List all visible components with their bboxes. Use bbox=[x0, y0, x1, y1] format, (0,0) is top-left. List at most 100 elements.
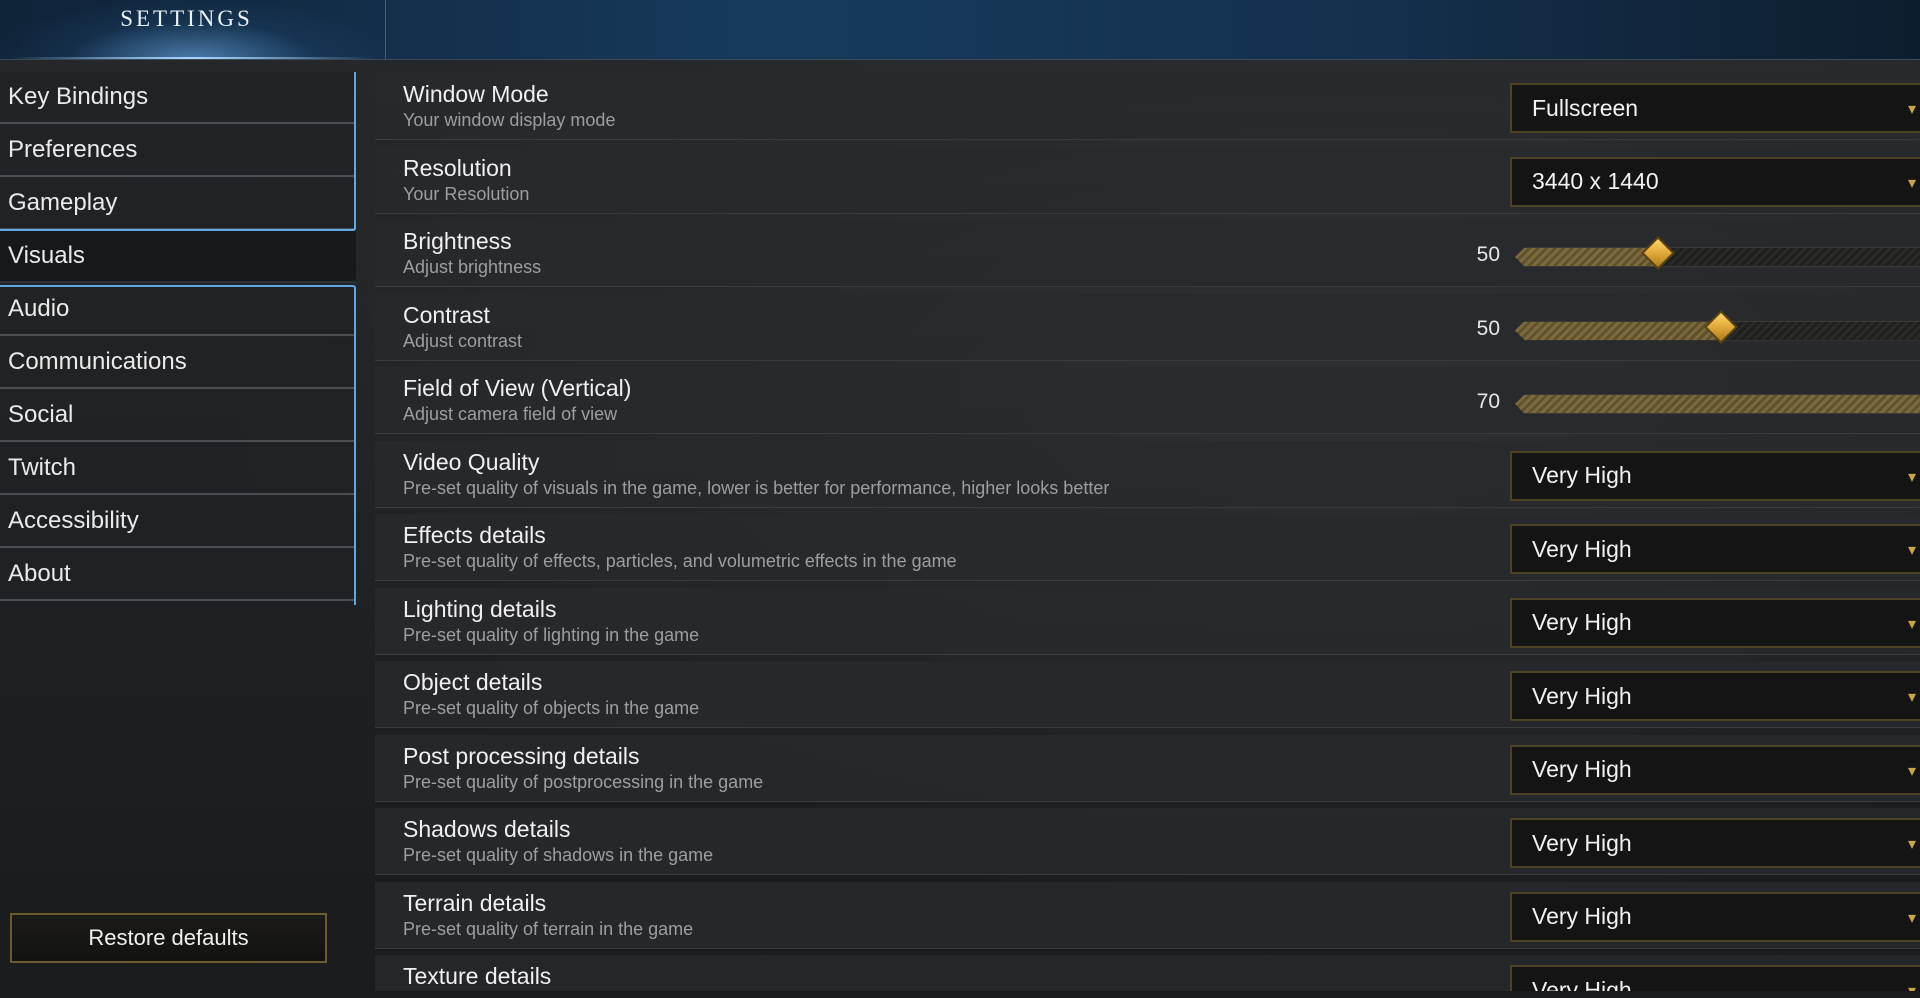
sidebar: Key Bindings Preferences Gameplay Visuals Au… bbox=[0, 72, 356, 602]
sidebar-item-label: Social bbox=[8, 401, 74, 428]
settings-list: Window Mode Your window display mode Fulls… bbox=[375, 73, 1920, 991]
post-processing-details-dropdown[interactable]: Very High ▾ bbox=[1510, 744, 1920, 795]
sidebar-item-visuals[interactable]: Visuals bbox=[0, 231, 356, 283]
chevron-down-icon: ▾ bbox=[1907, 762, 1916, 780]
setting-row-video-quality: Video Quality Pre-set quality of visuals … bbox=[375, 440, 1920, 508]
sidebar-item-twitch[interactable]: Twitch bbox=[0, 443, 356, 495]
chevron-down-icon: ▾ bbox=[1907, 689, 1916, 706]
sidebar-item-label: Communications bbox=[8, 348, 187, 375]
contrast-value: 50 bbox=[1476, 316, 1500, 340]
sidebar-item-social[interactable]: Social bbox=[0, 390, 356, 442]
sidebar-item-label: Key Bindings bbox=[8, 83, 149, 110]
sidebar-item-label: Gameplay bbox=[8, 189, 118, 216]
sidebar-item-label: Audio bbox=[8, 295, 70, 322]
sidebar-item-about[interactable]: About bbox=[0, 549, 356, 601]
chevron-down-icon: ▾ bbox=[1907, 615, 1916, 633]
dropdown-value: Very High bbox=[1532, 682, 1632, 709]
dropdown-value: 3440 x 1440 bbox=[1532, 168, 1659, 194]
settings-screen: SETTINGS Key Bindings Preferences Gameplay… bbox=[0, 0, 1920, 998]
field-of-view-value: 70 bbox=[1476, 390, 1500, 413]
dropdown-value: Very High bbox=[1532, 976, 1632, 992]
setting-description: Pre-set quality of visuals in the game, … bbox=[403, 477, 1110, 498]
setting-description: Pre-set quality of postprocessing in the… bbox=[403, 771, 764, 792]
chevron-down-icon: ▾ bbox=[1907, 174, 1916, 192]
setting-label: Effects details bbox=[403, 522, 546, 548]
setting-label: Object details bbox=[403, 669, 543, 695]
lighting-details-dropdown[interactable]: Very High ▾ bbox=[1510, 597, 1920, 648]
setting-row-resolution: Resolution Your Resolution 3440 x 1440 ▾ bbox=[375, 146, 1920, 214]
sidebar-item-communications[interactable]: Communications bbox=[0, 337, 356, 389]
setting-description: Pre-set quality of terrain in the game bbox=[403, 918, 694, 939]
setting-description: Pre-set quality of effects, particles, a… bbox=[403, 551, 957, 571]
setting-label: Contrast bbox=[403, 301, 490, 328]
dropdown-value: Fullscreen bbox=[1532, 94, 1639, 121]
video-quality-dropdown[interactable]: Very High ▾ bbox=[1510, 450, 1920, 501]
sidebar-item-label: Accessibility bbox=[8, 507, 139, 534]
sidebar-item-label: Twitch bbox=[8, 454, 77, 481]
setting-description: Adjust camera field of view bbox=[403, 404, 618, 424]
setting-row-object-details: Object details Pre-set quality of objects… bbox=[375, 661, 1920, 728]
setting-label: Resolution bbox=[403, 154, 512, 181]
setting-row-field-of-view: Field of View (Vertical) Adjust camera fi… bbox=[375, 367, 1920, 434]
dropdown-value: Very High bbox=[1532, 829, 1632, 856]
dropdown-value: Very High bbox=[1532, 609, 1632, 635]
window-mode-dropdown[interactable]: Fullscreen ▾ bbox=[1510, 83, 1920, 133]
sidebar-item-gameplay[interactable]: Gameplay bbox=[0, 178, 356, 230]
brightness-slider[interactable] bbox=[1515, 247, 1920, 267]
slider-fill bbox=[1515, 395, 1920, 413]
sidebar-item-audio[interactable]: Audio bbox=[0, 284, 356, 336]
setting-label: Post processing details bbox=[403, 742, 640, 769]
sidebar-item-key-bindings[interactable]: Key Bindings bbox=[0, 72, 356, 124]
setting-description: Your window display mode bbox=[403, 110, 616, 130]
setting-label: Window Mode bbox=[403, 81, 549, 107]
chevron-down-icon: ▾ bbox=[1907, 542, 1916, 559]
setting-row-terrain-details: Terrain details Pre-set quality of terrai… bbox=[375, 881, 1920, 949]
chevron-down-icon: ▾ bbox=[1907, 101, 1916, 118]
setting-label: Brightness bbox=[403, 228, 512, 254]
restore-defaults-button[interactable]: Restore defaults bbox=[10, 913, 327, 963]
setting-row-contrast: Contrast Adjust contrast 50 bbox=[375, 293, 1920, 361]
setting-description: Pre-set quality of lighting in the game bbox=[403, 624, 700, 645]
settings-tab[interactable]: SETTINGS bbox=[0, 0, 386, 59]
resolution-dropdown[interactable]: 3440 x 1440 ▾ bbox=[1510, 156, 1920, 207]
sidebar-item-label: Preferences bbox=[8, 136, 138, 163]
header-bar: SETTINGS bbox=[0, 0, 1920, 60]
setting-row-post-processing-details: Post processing details Pre-set quality o… bbox=[375, 734, 1920, 802]
sidebar-item-preferences[interactable]: Preferences bbox=[0, 125, 356, 177]
chevron-down-icon: ▾ bbox=[1907, 836, 1916, 853]
setting-row-brightness: Brightness Adjust brightness 50 bbox=[375, 220, 1920, 287]
setting-label: Lighting details bbox=[403, 595, 557, 622]
setting-description: Pre-set quality of shadows in the game bbox=[403, 845, 714, 865]
texture-details-dropdown[interactable]: Very High ▾ bbox=[1510, 965, 1920, 991]
setting-row-texture-details: Texture details Very High ▾ bbox=[375, 955, 1920, 991]
field-of-view-slider[interactable] bbox=[1515, 394, 1920, 414]
brightness-value: 50 bbox=[1476, 243, 1500, 266]
dropdown-value: Very High bbox=[1532, 535, 1632, 562]
sidebar-item-label: About bbox=[8, 560, 71, 587]
setting-label: Field of View (Vertical) bbox=[403, 375, 632, 401]
dropdown-value: Very High bbox=[1532, 462, 1632, 488]
setting-row-shadows-details: Shadows details Pre-set quality of shadow… bbox=[375, 808, 1920, 875]
setting-row-window-mode: Window Mode Your window display mode Fulls… bbox=[375, 73, 1920, 140]
setting-label: Video Quality bbox=[403, 448, 540, 475]
slider-fill bbox=[1515, 321, 1721, 340]
slider-fill bbox=[1515, 248, 1658, 266]
setting-row-lighting-details: Lighting details Pre-set quality of light… bbox=[375, 587, 1920, 655]
object-details-dropdown[interactable]: Very High ▾ bbox=[1510, 671, 1920, 721]
setting-row-effects-details: Effects details Pre-set quality of effect… bbox=[375, 514, 1920, 581]
setting-label: Shadows details bbox=[403, 816, 571, 842]
setting-description: Pre-set quality of objects in the game bbox=[403, 698, 700, 718]
page-title: SETTINGS bbox=[120, 6, 253, 31]
shadows-details-dropdown[interactable]: Very High ▾ bbox=[1510, 818, 1920, 868]
chevron-down-icon: ▾ bbox=[1908, 981, 1916, 991]
chevron-down-icon: ▾ bbox=[1907, 909, 1916, 927]
chevron-down-icon: ▾ bbox=[1907, 468, 1916, 486]
setting-description: Adjust contrast bbox=[403, 330, 523, 351]
setting-label: Texture details bbox=[403, 963, 552, 989]
effects-details-dropdown[interactable]: Very High ▾ bbox=[1510, 524, 1920, 574]
sidebar-item-accessibility[interactable]: Accessibility bbox=[0, 496, 356, 548]
terrain-details-dropdown[interactable]: Very High ▾ bbox=[1510, 891, 1920, 942]
dropdown-value: Very High bbox=[1532, 756, 1632, 782]
dropdown-value: Very High bbox=[1532, 903, 1632, 929]
sidebar-item-label: Visuals bbox=[8, 242, 85, 269]
